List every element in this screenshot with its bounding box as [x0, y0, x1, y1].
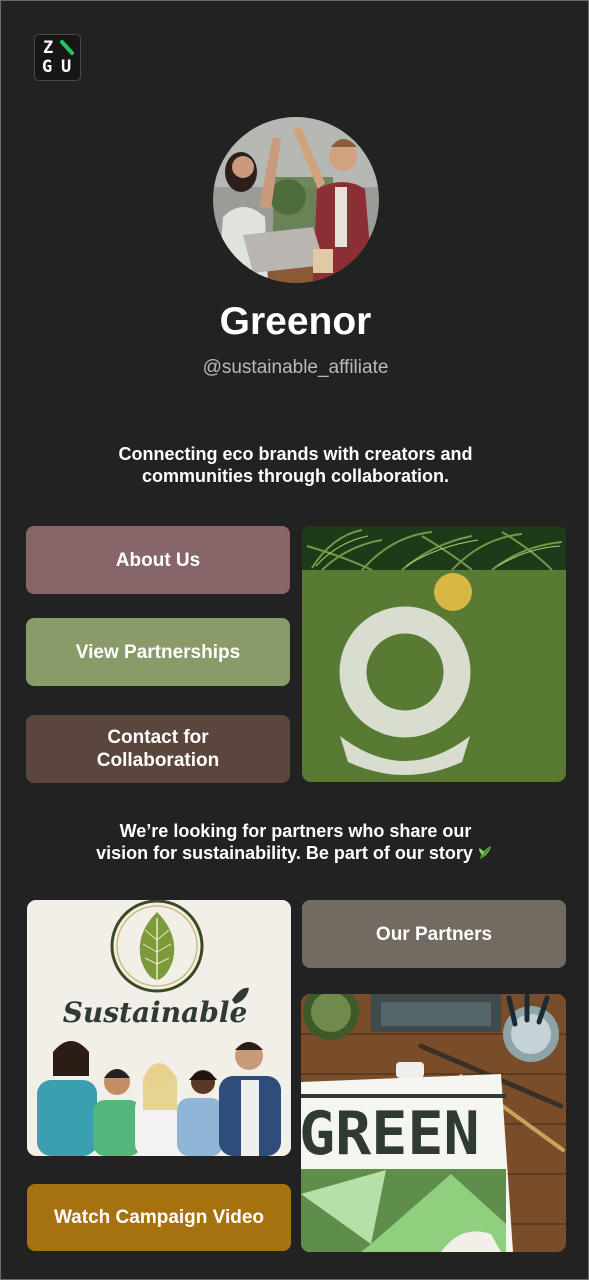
logo-letter-u: U	[61, 57, 72, 77]
avatar-photo	[213, 117, 379, 283]
contact-label-line-1: Contact for	[107, 727, 209, 748]
green-word: GREEN	[301, 1099, 480, 1169]
our-partners-button[interactable]: Our Partners	[302, 900, 566, 968]
brand-logo-image-tile[interactable]	[302, 526, 566, 782]
logo-letter-z: Z	[43, 38, 54, 58]
contact-collaboration-button[interactable]: Contact for Collaboration	[26, 715, 290, 783]
cta-line-2: vision for sustainability. Be part of ou…	[96, 843, 473, 863]
contact-label-line-2: Collaboration	[96, 750, 220, 771]
sustainable-community-image: Sustainable	[27, 900, 291, 1156]
cta-line-1: We’re looking for partners who share our	[119, 821, 472, 841]
partner-call-to-action: We’re looking for partners who share our…	[61, 820, 530, 864]
profile-avatar	[213, 117, 379, 283]
logo-letter-g: G	[42, 57, 53, 77]
herb-icon	[478, 846, 491, 860]
logo-slash-icon	[60, 40, 74, 55]
tagline-line-2: communities through collaboration.	[141, 466, 449, 486]
profile-handle: @sustainable_affiliate	[202, 357, 389, 378]
about-us-button[interactable]: About Us	[26, 526, 290, 594]
watch-campaign-video-button[interactable]: Watch Campaign Video	[27, 1184, 291, 1251]
green-poster-desk-image: GREEN	[301, 994, 566, 1252]
sustainable-word: Sustainable	[63, 996, 248, 1029]
tagline-line-1: Connecting eco brands with creators and	[118, 444, 473, 464]
profile-tagline: Connecting eco brands with creators and …	[61, 443, 530, 487]
profile-name: Greenor	[219, 300, 372, 343]
link-in-bio-page: Z G U Greenor @sustainable_affiliate Con…	[0, 0, 589, 1280]
sustainable-image-tile[interactable]: Sustainable	[27, 900, 291, 1156]
green-desk-image-tile[interactable]: GREEN	[301, 994, 566, 1252]
green-g-logo-image	[302, 526, 566, 782]
view-partnerships-button[interactable]: View Partnerships	[26, 618, 290, 686]
brand-logo[interactable]: Z G U	[34, 34, 81, 81]
